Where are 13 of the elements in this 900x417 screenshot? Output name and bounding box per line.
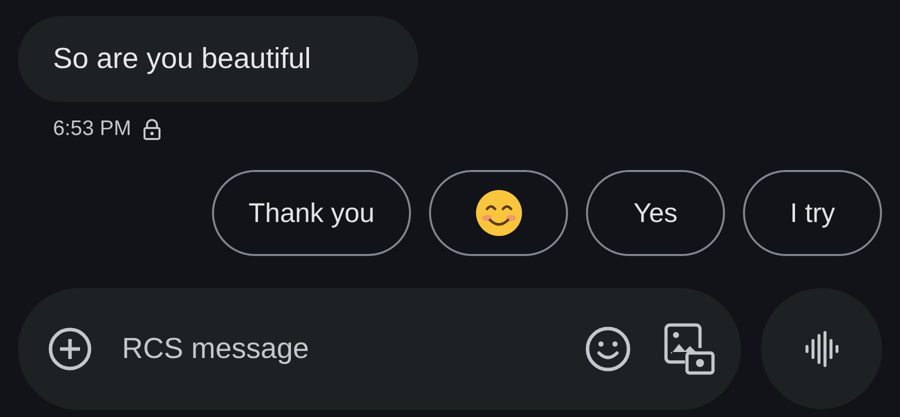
suggestion-chip[interactable]: Yes [586,170,725,256]
message-bubble: So are you beautiful [18,16,418,102]
message-text-input[interactable]: RCS message [120,323,563,375]
emoji-suggestion-chip[interactable] [429,170,568,256]
gallery-camera-icon[interactable] [663,322,715,376]
message-input-field[interactable]: RCS message [18,288,741,410]
suggestion-chip[interactable]: I try [743,170,882,256]
smiley-icon[interactable] [585,326,631,372]
add-icon[interactable] [48,327,92,371]
message-time: 6:53 PM [53,117,132,141]
smiling-face-icon [474,189,522,237]
suggestion-chip[interactable]: Thank you [212,170,411,256]
waveform-icon [804,330,840,366]
